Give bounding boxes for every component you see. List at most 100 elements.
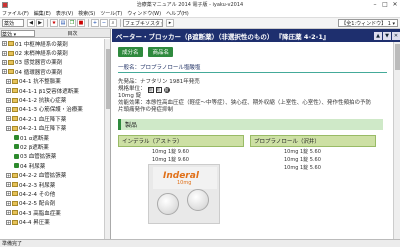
product-col-head[interactable]: プロプラノロール（沢井）: [250, 135, 376, 147]
expand-icon[interactable]: +: [6, 191, 11, 197]
expand-icon[interactable]: +: [6, 88, 11, 94]
tree-item[interactable]: +04-2-1 血圧降下薬: [0, 124, 104, 133]
folder-icon: [8, 41, 14, 47]
tree-item-label: 04-3 高脂血症薬: [19, 210, 61, 217]
tree-item[interactable]: +04-1 抗不整脈薬: [0, 77, 104, 86]
toc-tree: +01 中枢神経系の薬剤 +02 末梢神経系の薬剤 +03 感覚器官の薬剤 +04 循…: [0, 39, 104, 239]
tree-item[interactable]: +02 末梢神経系の薬剤: [0, 48, 104, 57]
stop-icon[interactable]: ■: [77, 19, 85, 27]
expand-icon[interactable]: +: [6, 97, 11, 103]
toc-scrollbar[interactable]: [104, 39, 110, 239]
folder-icon: [12, 106, 18, 112]
folder-icon: [12, 210, 18, 216]
menu-search[interactable]: 検索(S): [78, 10, 95, 17]
expand-icon[interactable]: +: [6, 78, 11, 84]
menu-edit[interactable]: 編集(E): [34, 10, 51, 17]
tree-item-label: 04-4 昇圧薬: [19, 220, 50, 227]
toc-scroll-thumb[interactable]: [106, 49, 110, 109]
product-line: 10mg 1錠 9.60: [152, 149, 189, 155]
tree-item-label: 02 β遮断薬: [20, 144, 49, 151]
info-line: 効能効果：本態性高血圧症（軽症〜中等症）、狭心症、期外収縮（上室性、心室性）、発…: [118, 100, 372, 106]
expand-icon[interactable]: +: [2, 69, 7, 75]
zoom-in-icon[interactable]: +: [91, 19, 99, 27]
expand-icon[interactable]: +: [2, 59, 7, 65]
tree-item[interactable]: +01 中枢神経系の薬剤: [0, 39, 104, 48]
menu-window[interactable]: ウィンドウ(W): [127, 10, 161, 17]
expand-icon[interactable]: +: [6, 200, 11, 206]
menu-tools[interactable]: ツール(T): [100, 10, 122, 17]
copy-icon[interactable]: ❐: [68, 19, 76, 27]
tree-item[interactable]: +04-1-2 抗狭心症薬: [0, 95, 104, 104]
drug-info: 先発品：ナフタリン 1981年発売 規格単位： 劇 処 錠 10mg 錠 効能効…: [118, 79, 387, 114]
maximize-button[interactable]: □: [380, 0, 390, 9]
folder-icon: [12, 172, 18, 178]
expand-icon[interactable]: +: [2, 50, 7, 56]
generic-name: 一般名：プロプラノロール塩酸塩: [118, 63, 387, 73]
menu-view[interactable]: 表示(V): [56, 10, 73, 17]
close-button[interactable]: ✕: [390, 0, 400, 9]
tree-item[interactable]: +04-4 昇圧薬: [0, 217, 104, 226]
tree-item-label: 04-2-2 血管拡張薬: [19, 173, 67, 180]
tree-item[interactable]: +04-3 高脂血症薬: [0, 208, 104, 217]
forward-icon[interactable]: ▶: [36, 19, 44, 27]
prev-icon[interactable]: ▲: [374, 31, 382, 40]
expand-icon[interactable]: +: [6, 210, 11, 216]
badge-row: 規格単位： 劇 処 錠: [118, 86, 387, 93]
tree-item[interactable]: +04-2-3 利尿薬: [0, 180, 104, 189]
expand-icon[interactable]: +: [6, 106, 11, 112]
product-section-bar: 製品: [118, 119, 383, 130]
tree-item[interactable]: 02 β遮断薬: [0, 142, 104, 151]
expand-icon[interactable]: +: [6, 116, 11, 122]
tree-item[interactable]: +04 循環器官の薬剤: [0, 67, 104, 76]
pill-tablet: [187, 189, 209, 211]
folder-icon: [12, 125, 18, 131]
tree-item[interactable]: +04-2-2 血管拡張薬: [0, 170, 104, 179]
category-select[interactable]: 薬効: [2, 19, 24, 27]
detail-scrollbar[interactable]: [393, 42, 400, 239]
tree-item[interactable]: 04 利尿薬: [0, 161, 104, 170]
zoom-out-icon[interactable]: −: [100, 19, 108, 27]
back-icon[interactable]: ◀: [27, 19, 35, 27]
tab-ingredient[interactable]: 成分名: [118, 47, 143, 57]
detail-scroll-thumb[interactable]: [395, 44, 400, 70]
expand-icon[interactable]: +: [2, 41, 7, 47]
tab-product[interactable]: 商品名: [148, 47, 173, 57]
tree-item[interactable]: +04-2-5 配合剤: [0, 199, 104, 208]
menu-help[interactable]: ヘルプ(H): [166, 10, 189, 17]
expand-icon[interactable]: +: [6, 172, 11, 178]
bookmark-icon[interactable]: ★: [50, 19, 58, 27]
toc-mode-select[interactable]: 薬効 ▾: [1, 29, 35, 38]
expand-icon[interactable]: +: [6, 182, 11, 188]
tree-item-label: 04 利尿薬: [20, 163, 46, 170]
expand-icon[interactable]: +: [6, 125, 11, 131]
tree-item[interactable]: +04-2-4 その他: [0, 189, 104, 198]
window-selector[interactable]: 【全1:ウィンドウ】 1 ▾: [338, 19, 398, 27]
minimize-button[interactable]: –: [370, 0, 380, 9]
product-line: 10mg 1錠 5.60: [284, 165, 321, 171]
document-icon: [14, 144, 19, 150]
document-icon: [14, 135, 19, 141]
tree-item[interactable]: +04-1-1 β1受容体遮断薬: [0, 86, 104, 95]
expand-icon[interactable]: +: [6, 219, 11, 225]
tree-item-label: 02 末梢神経系の薬剤: [15, 51, 68, 58]
tree-item[interactable]: +04-1-3 心筋保護・治療薬: [0, 105, 104, 114]
app-icon: [2, 1, 8, 8]
tree-item-label: 04-1-2 抗狭心症薬: [19, 98, 67, 105]
tree-item[interactable]: 01 α遮断薬: [0, 133, 104, 142]
pill-photo: Inderal 10mg: [148, 164, 220, 224]
tree-item[interactable]: +03 感覚器官の薬剤: [0, 58, 104, 67]
go-icon[interactable]: ▸: [166, 19, 174, 27]
menu-bar: ファイル(F) 編集(E) 表示(V) 検索(S) ツール(T) ウィンドウ(W…: [0, 9, 400, 18]
tree-item[interactable]: 03 血管拡張薬: [0, 152, 104, 161]
next-icon[interactable]: ▼: [383, 31, 391, 40]
tree-item[interactable]: +04-2-1 血圧降下薬: [0, 114, 104, 123]
search-input[interactable]: フェブキソスタット: [123, 19, 163, 27]
product-col-head[interactable]: インデラル（アストラ）: [118, 135, 244, 147]
menu-file[interactable]: ファイル(F): [2, 10, 29, 17]
close-detail-icon[interactable]: ✕: [392, 31, 400, 40]
tree-item-label: 03 血管拡張薬: [20, 154, 57, 161]
tree-item-label: 04-1-3 心筋保護・治療薬: [19, 107, 83, 114]
detail-header: ベーター・ブロッカー（β遮断薬）（非選択性のもの） 『降圧薬 4-2-1』 ▲ …: [112, 29, 400, 42]
print-icon[interactable]: ▤: [59, 19, 67, 27]
search-icon[interactable]: ⌕: [109, 19, 117, 27]
